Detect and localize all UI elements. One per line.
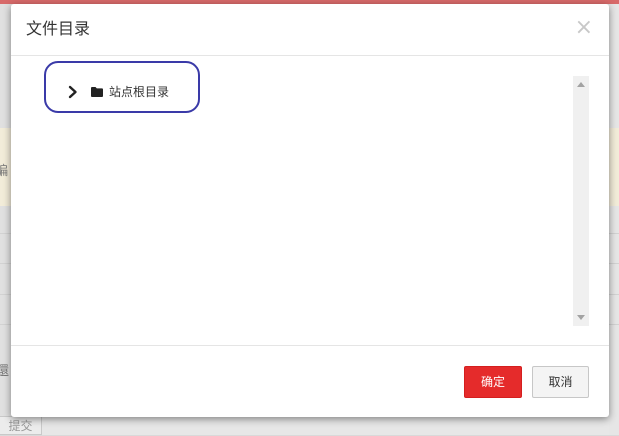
- close-icon[interactable]: ×: [575, 16, 593, 40]
- dialog-title: 文件目录: [26, 19, 91, 38]
- tree-scrollbar[interactable]: [573, 76, 589, 326]
- background-right-strip: [609, 4, 619, 435]
- confirm-button[interactable]: 确定: [464, 366, 522, 398]
- dialog-header: 文件目录 ×: [11, 4, 609, 56]
- file-directory-dialog: 文件目录 × 站点根目录 确定 取消: [11, 4, 609, 417]
- background-text-fragment: 編: [0, 164, 9, 179]
- annotation-highlight-ring: [44, 61, 200, 113]
- directory-tree: 站点根目录: [26, 76, 573, 326]
- dialog-footer: 确定 取消: [11, 345, 609, 418]
- cancel-button[interactable]: 取消: [532, 366, 589, 398]
- scroll-down-arrow-icon[interactable]: [577, 315, 585, 320]
- background-text-fragment: 還: [0, 364, 10, 379]
- background-submit-button: 提交: [0, 416, 42, 435]
- scroll-up-arrow-icon[interactable]: [577, 82, 585, 87]
